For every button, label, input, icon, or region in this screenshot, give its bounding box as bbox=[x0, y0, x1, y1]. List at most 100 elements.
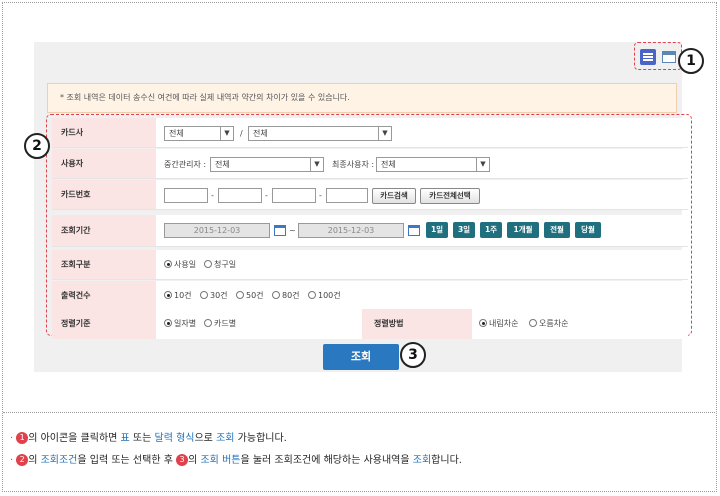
card-number-input-2[interactable] bbox=[218, 188, 262, 203]
card-search-button[interactable]: 카드검색 bbox=[372, 188, 416, 204]
radio-label: 10건 bbox=[174, 291, 192, 300]
radio-dot bbox=[164, 260, 172, 268]
card-number-input-1[interactable] bbox=[164, 188, 208, 203]
label-sort: 정렬기준 bbox=[52, 309, 156, 339]
chevron-down-icon: ▼ bbox=[310, 158, 323, 171]
date-to-input[interactable]: 2015-12-03 bbox=[298, 223, 404, 238]
dash: - bbox=[319, 191, 322, 200]
select-value: 전체 bbox=[169, 129, 184, 138]
note-line-1: · 1 의 아이콘을 클릭하면 표 또는 달력 형식으로 조회 가능합니다. bbox=[10, 432, 287, 446]
radio-label: 오름차순 bbox=[539, 319, 569, 328]
chevron-down-icon: ▼ bbox=[378, 127, 391, 140]
radio-dot bbox=[204, 319, 212, 327]
note-keyword: 조회 버튼 bbox=[200, 455, 241, 466]
radio-10[interactable]: 10건 bbox=[164, 290, 192, 302]
radio-descending[interactable]: 내림차순 bbox=[479, 318, 518, 330]
row-card-number: 카드번호 - - - 카드검색 카드전체선택 bbox=[52, 180, 688, 210]
search-form: 카드사 전체 ▼ / 전체 ▼ 사용자 중간관리자 : 전체 ▼ 최종사용자 : 전체… bbox=[46, 114, 692, 339]
date-from-input[interactable]: 2015-12-03 bbox=[164, 223, 270, 238]
divider bbox=[3, 412, 715, 413]
radio-by-date[interactable]: 일자별 bbox=[164, 318, 196, 330]
note-keyword: 조회조건 bbox=[40, 455, 78, 466]
radio-label: 청구일 bbox=[214, 260, 237, 269]
radio-bill-date[interactable]: 청구일 bbox=[204, 259, 236, 271]
note-text: 합니다. bbox=[431, 455, 462, 466]
period-this-month-button[interactable]: 당월 bbox=[575, 222, 601, 238]
radio-label: 카드별 bbox=[214, 319, 237, 328]
row-card-company: 카드사 전체 ▼ / 전체 ▼ bbox=[52, 118, 688, 148]
row-period: 조회기간 2015-12-03 ~ 2015-12-03 1일 3일 1주 1개… bbox=[52, 215, 688, 247]
view-toggle-group bbox=[634, 42, 682, 70]
note-line-2: · 2 의 조회조건을 입력 또는 선택한 후 3의 조회 버튼을 눌러 조회조건에… bbox=[10, 454, 462, 468]
note-text: 의 bbox=[188, 455, 201, 466]
radio-dot bbox=[200, 291, 208, 299]
row-query-type: 조회구분 사용일 청구일 bbox=[52, 250, 688, 280]
period-1w-button[interactable]: 1주 bbox=[480, 222, 502, 238]
calendar-icon[interactable] bbox=[408, 224, 420, 236]
label-user: 사용자 bbox=[52, 149, 156, 178]
circle-marker: 2 bbox=[16, 454, 29, 466]
calendar-view-icon[interactable] bbox=[661, 49, 677, 65]
period-3d-button[interactable]: 3일 bbox=[453, 222, 475, 238]
notice-banner: * 조회 내역은 데이터 송수신 여건에 따라 실제 내역과 약간의 차이가 있… bbox=[47, 83, 677, 113]
row-sort: 정렬기준 일자별 카드별 정렬방법 내림차순 오름차순 bbox=[52, 309, 688, 339]
note-keyword: 조회 bbox=[216, 433, 235, 444]
radio-dot bbox=[236, 291, 244, 299]
radio-80[interactable]: 80건 bbox=[272, 290, 300, 302]
radio-label: 내림차순 bbox=[489, 319, 519, 328]
label-output-count: 출력건수 bbox=[52, 281, 156, 310]
radio-30[interactable]: 30건 bbox=[200, 290, 228, 302]
select-value: 전체 bbox=[253, 129, 268, 138]
bullet: · bbox=[10, 455, 14, 466]
card-select-all-button[interactable]: 카드전체선택 bbox=[420, 188, 480, 204]
radio-by-card[interactable]: 카드별 bbox=[204, 318, 236, 330]
search-button[interactable]: 조회 bbox=[323, 344, 399, 370]
final-user-select[interactable]: 전체 ▼ bbox=[376, 157, 490, 172]
list-view-icon[interactable] bbox=[640, 49, 656, 65]
label-period: 조회기간 bbox=[52, 215, 156, 246]
note-text: 또는 bbox=[129, 433, 155, 444]
separator: / bbox=[240, 129, 243, 138]
marker-1: 1 bbox=[678, 48, 704, 74]
row-user: 사용자 중간관리자 : 전체 ▼ 최종사용자 : 전체 ▼ bbox=[52, 149, 688, 179]
period-prev-month-button[interactable]: 전월 bbox=[544, 222, 570, 238]
period-1m-button[interactable]: 1개월 bbox=[507, 222, 539, 238]
note-keyword: 조회 bbox=[412, 455, 432, 466]
row-output-count: 출력건수 10건 30건 50건 80건 100건 bbox=[52, 281, 688, 311]
label-sort-method: 정렬방법 bbox=[362, 309, 472, 339]
radio-dot bbox=[164, 319, 172, 327]
radio-ascending[interactable]: 오름차순 bbox=[529, 318, 568, 330]
tilde: ~ bbox=[289, 226, 296, 235]
radio-label: 사용일 bbox=[174, 260, 197, 269]
mid-manager-select[interactable]: 전체 ▼ bbox=[210, 157, 324, 172]
note-text: 을 입력 또는 선택한 후 bbox=[77, 455, 177, 466]
note-text: 가능합니다. bbox=[234, 433, 287, 444]
radio-dot bbox=[308, 291, 316, 299]
label-card-number: 카드번호 bbox=[52, 180, 156, 209]
radio-label: 50건 bbox=[246, 291, 264, 300]
radio-label: 30건 bbox=[210, 291, 228, 300]
radio-dot bbox=[529, 319, 537, 327]
calendar-icon[interactable] bbox=[274, 224, 286, 236]
card-number-input-4[interactable] bbox=[326, 188, 368, 203]
period-1d-button[interactable]: 1일 bbox=[426, 222, 448, 238]
select-value: 전체 bbox=[381, 160, 396, 169]
card-sub-select[interactable]: 전체 ▼ bbox=[248, 126, 392, 141]
radio-label: 100건 bbox=[318, 291, 341, 300]
chevron-down-icon: ▼ bbox=[476, 158, 489, 171]
circle-marker: 1 bbox=[16, 432, 29, 444]
chevron-down-icon: ▼ bbox=[220, 127, 233, 140]
radio-dot bbox=[164, 291, 172, 299]
card-company-select[interactable]: 전체 ▼ bbox=[164, 126, 234, 141]
note-text: 을 눌러 조회조건에 해당하는 사용내역을 bbox=[240, 455, 413, 466]
marker-2: 2 bbox=[24, 133, 50, 159]
note-keyword: 표 bbox=[120, 433, 130, 444]
radio-use-date[interactable]: 사용일 bbox=[164, 259, 196, 271]
label-query-type: 조회구분 bbox=[52, 250, 156, 279]
radio-dot bbox=[204, 260, 212, 268]
dash: - bbox=[211, 191, 214, 200]
radio-50[interactable]: 50건 bbox=[236, 290, 264, 302]
card-number-input-3[interactable] bbox=[272, 188, 316, 203]
radio-100[interactable]: 100건 bbox=[308, 290, 341, 302]
label-card-company: 카드사 bbox=[52, 118, 156, 147]
